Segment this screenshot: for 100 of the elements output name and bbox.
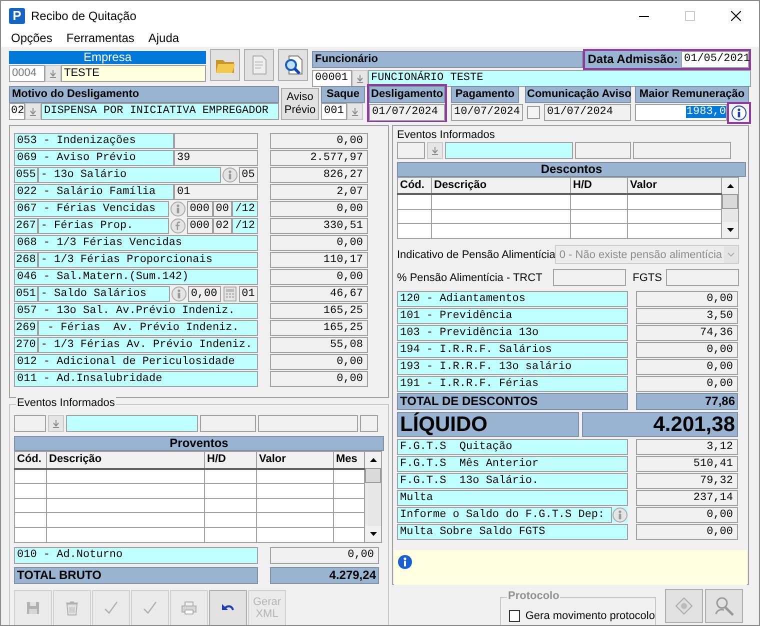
amount-field[interactable]: 0,00 bbox=[270, 269, 368, 285]
row-label: 120 - Adiantamentos bbox=[397, 291, 628, 307]
dropdown-button[interactable] bbox=[25, 103, 41, 120]
amount-field[interactable]: 0,00 bbox=[636, 342, 738, 358]
amount-field[interactable]: 0,00 bbox=[636, 507, 738, 523]
code-field[interactable]: 001 bbox=[321, 103, 347, 120]
amount-field[interactable]: 0,00 bbox=[270, 133, 368, 149]
date-field[interactable]: 01/07/2024 bbox=[544, 104, 631, 121]
row-label: 067 - Férias Vencidas bbox=[14, 201, 169, 217]
code-field[interactable]: 02 bbox=[9, 103, 25, 120]
suffix-label: /12 bbox=[232, 201, 258, 217]
amount-field[interactable]: 46,67 bbox=[270, 286, 368, 302]
net-value: 4.201,38 bbox=[582, 412, 738, 437]
column-header: Valor bbox=[256, 452, 334, 469]
input-field[interactable]: 05 bbox=[238, 167, 258, 183]
dropdown-button[interactable] bbox=[352, 70, 368, 87]
amount-field[interactable]: 79,32 bbox=[636, 473, 738, 489]
dropdown-button[interactable] bbox=[48, 415, 64, 432]
checkbox[interactable] bbox=[527, 106, 540, 119]
input-field[interactable]: 0,00 bbox=[188, 286, 221, 302]
input-field[interactable]: 00 bbox=[212, 201, 232, 217]
amount-field[interactable]: 3,12 bbox=[636, 439, 738, 455]
folder-button[interactable] bbox=[210, 49, 240, 81]
amount-field[interactable]: 2,07 bbox=[270, 184, 368, 200]
amount-field[interactable]: 165,25 bbox=[270, 320, 368, 336]
amount-field[interactable]: 165,25 bbox=[270, 303, 368, 319]
amount-field[interactable]: 0,00 bbox=[270, 354, 368, 370]
amount-field[interactable]: 74,36 bbox=[636, 325, 738, 341]
input-field[interactable] bbox=[174, 133, 258, 149]
name-field[interactable]: FUNCIONÁRIO TESTE bbox=[368, 70, 751, 87]
amount-field[interactable]: 0,00 bbox=[636, 359, 738, 375]
code-field[interactable]: 0004 bbox=[9, 65, 45, 82]
amount-field[interactable]: 0,00 bbox=[270, 547, 379, 564]
scroll-down-button[interactable] bbox=[365, 526, 381, 542]
amount-field[interactable]: 3,50 bbox=[636, 308, 738, 324]
scroll-thumb[interactable] bbox=[722, 194, 738, 209]
notice-button[interactable]: Aviso Prévio bbox=[281, 88, 319, 120]
input-field[interactable] bbox=[552, 269, 626, 286]
amount-field[interactable]: 1983,0 bbox=[635, 104, 727, 121]
input-field[interactable] bbox=[633, 142, 731, 159]
dropdown-button[interactable] bbox=[45, 65, 61, 82]
input-field[interactable] bbox=[445, 142, 573, 159]
amount-field[interactable]: 55,08 bbox=[270, 337, 368, 353]
name-field[interactable]: TESTE bbox=[61, 65, 206, 82]
amount-field[interactable]: 0,00 bbox=[270, 201, 368, 217]
input-field[interactable]: 01 bbox=[174, 184, 258, 200]
input-field[interactable]: 000 bbox=[186, 218, 213, 234]
row-label: Multa bbox=[397, 490, 628, 506]
net-label: LÍQUIDO bbox=[397, 412, 579, 437]
amount-field[interactable]: 0,00 bbox=[636, 291, 738, 307]
amount-field[interactable]: 237,14 bbox=[636, 490, 738, 506]
name-field[interactable]: DISPENSA POR INICIATIVA EMPREGADOR bbox=[41, 103, 279, 120]
date-field[interactable]: 10/07/2024 bbox=[451, 104, 524, 121]
checkbox[interactable] bbox=[509, 610, 520, 622]
input-field[interactable] bbox=[66, 415, 198, 432]
amount-field[interactable]: 826,27 bbox=[270, 167, 368, 183]
scroll-thumb[interactable] bbox=[365, 468, 381, 483]
row-label: 069 - Aviso Prévio bbox=[14, 150, 174, 166]
row-label: 191 - I.R.R.F. Férias bbox=[397, 376, 628, 392]
scroll-up-button[interactable] bbox=[722, 178, 738, 194]
amount-field[interactable]: 2.577,97 bbox=[270, 150, 368, 166]
amount-field[interactable]: 330,51 bbox=[270, 218, 368, 234]
input-field[interactable] bbox=[258, 415, 358, 432]
input-field[interactable]: 39 bbox=[174, 150, 258, 166]
total-value: 77,86 bbox=[636, 393, 738, 410]
code-field[interactable]: 00001 bbox=[312, 70, 352, 87]
section-header: Funcionário bbox=[312, 51, 583, 68]
input-field[interactable] bbox=[575, 142, 631, 159]
calculator-icon[interactable] bbox=[222, 286, 238, 302]
amount-field[interactable]: 0,00 bbox=[270, 371, 368, 387]
input-field[interactable]: 01 bbox=[238, 286, 258, 302]
dropdown-button[interactable] bbox=[427, 142, 443, 159]
input-field[interactable] bbox=[666, 269, 739, 286]
row-label: - 1/3 Férias Av. Prévio Indeniz. bbox=[38, 337, 258, 353]
amount-field[interactable]: 0,00 bbox=[636, 524, 738, 540]
column-header: Descrição bbox=[46, 452, 204, 469]
input-field[interactable] bbox=[397, 142, 425, 159]
input-field[interactable] bbox=[200, 415, 256, 432]
dropdown-button[interactable] bbox=[347, 103, 363, 120]
input-field[interactable] bbox=[360, 415, 378, 432]
amount-field[interactable]: 510,41 bbox=[636, 456, 738, 472]
scroll-up-button[interactable] bbox=[365, 452, 381, 468]
menu-item[interactable]: Ferramentas bbox=[66, 31, 134, 47]
formula-icon[interactable] bbox=[170, 218, 186, 234]
menu-item[interactable]: Ajuda bbox=[148, 31, 180, 47]
menu-item[interactable]: Opções bbox=[11, 31, 52, 47]
amount-field[interactable]: 0,00 bbox=[270, 235, 368, 251]
scroll-down-button[interactable] bbox=[722, 222, 738, 238]
date-field[interactable]: 01/07/2024 bbox=[369, 104, 445, 121]
amount-field[interactable]: 110,17 bbox=[270, 252, 368, 268]
code-cell: 051 bbox=[14, 286, 38, 302]
input-field[interactable]: 000 bbox=[186, 201, 213, 217]
input-field[interactable]: 02 bbox=[212, 218, 232, 234]
amount-field[interactable]: 0,00 bbox=[636, 376, 738, 392]
search-document-button[interactable] bbox=[278, 49, 308, 81]
undo-button[interactable] bbox=[209, 590, 247, 625]
row-label: Multa Sobre Saldo FGTS bbox=[397, 524, 628, 540]
row-label: 046 - Sal.Matern.(Sum.142) bbox=[14, 269, 258, 285]
info-icon[interactable] bbox=[731, 105, 747, 121]
input-field[interactable] bbox=[14, 415, 46, 432]
